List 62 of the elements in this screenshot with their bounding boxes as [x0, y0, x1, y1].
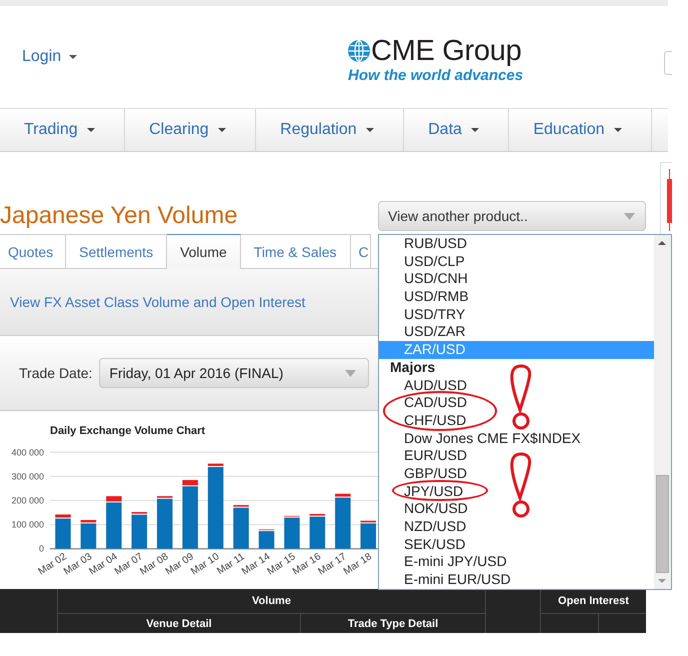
- caret-icon: [366, 128, 374, 132]
- asset-class-link[interactable]: View FX Asset Class Volume and Open Interest: [10, 294, 306, 310]
- trade-date-label: Trade Date:: [19, 365, 92, 381]
- nav-menu-item[interactable]: Trading: [0, 109, 126, 151]
- column-header: Venue Detail: [58, 614, 300, 633]
- dropdown-option[interactable]: USD/ZAR: [379, 323, 654, 342]
- dropdown-option[interactable]: RUB/USD: [379, 235, 654, 253]
- tab[interactable]: C: [350, 234, 371, 268]
- dropdown-option[interactable]: GBP/USD: [379, 464, 654, 483]
- candlestick-icon: [667, 169, 672, 231]
- dropdown-option[interactable]: NZD/USD: [379, 518, 654, 536]
- option-group-label: Majors: [389, 358, 436, 376]
- column-group-header: Open Interest: [541, 589, 646, 613]
- dropdown-option[interactable]: SEK/USD: [379, 536, 654, 554]
- column-group-header: Volume: [58, 589, 485, 613]
- caret-icon: [614, 128, 622, 132]
- caret-icon: [470, 128, 479, 132]
- product-select[interactable]: View another product..: [378, 201, 646, 231]
- globe-icon: [348, 40, 370, 62]
- nav-menu-item[interactable]: Data: [404, 109, 510, 151]
- dropdown-option[interactable]: USD/RMB: [379, 288, 654, 306]
- y-axis-label: 300 000: [11, 471, 44, 482]
- dropdown-option[interactable]: CAD/USD: [379, 394, 654, 412]
- tab[interactable]: Settlements: [66, 234, 168, 268]
- search-field[interactable]: [664, 51, 672, 75]
- dropdown-option[interactable]: USD/CLP: [379, 252, 654, 270]
- nav-menu-item[interactable]: Education: [509, 109, 652, 151]
- nav-menu-item[interactable]: Clearing: [125, 109, 256, 151]
- dropdown-option[interactable]: USD/TRY: [379, 306, 654, 324]
- scroll-up-arrow-icon[interactable]: [658, 241, 666, 245]
- dropdown-option[interactable]: E-mini EUR/USD: [379, 571, 654, 589]
- dropdown-option[interactable]: EUR/USD: [379, 447, 654, 465]
- column-header: Trade Type Detail: [301, 614, 485, 633]
- caret-icon: [218, 128, 226, 132]
- chart-title: Daily Exchange Volume Chart: [50, 425, 206, 437]
- scrollbar-track[interactable]: [654, 235, 671, 589]
- dropdown-option[interactable]: AUD/USD: [379, 376, 654, 394]
- tab[interactable]: Volume: [167, 234, 241, 269]
- nav-menu-item[interactable]: Regulation: [256, 109, 404, 151]
- tab[interactable]: Quotes: [0, 234, 66, 268]
- y-axis-label: 200 000: [11, 496, 44, 506]
- y-axis-label: 400 000: [11, 447, 44, 458]
- dropdown-option[interactable]: USD/CNH: [379, 270, 654, 288]
- dropdown-option[interactable]: CHF/USD: [379, 412, 654, 430]
- logo-tagline: How the world advances: [348, 67, 524, 85]
- login-link[interactable]: Login: [22, 47, 78, 67]
- caret-icon: [86, 128, 95, 132]
- dropdown-option[interactable]: Dow Jones CME FX$INDEX: [379, 430, 654, 448]
- y-axis-label: 100 000: [11, 520, 44, 530]
- dropdown-option[interactable]: E-mini JPY/USD: [379, 553, 654, 572]
- trade-date-select[interactable]: Friday, 01 Apr 2016 (FINAL): [99, 358, 370, 388]
- dropdown-option[interactable]: JPY/USD: [379, 482, 654, 500]
- scroll-down-arrow-icon[interactable]: [658, 579, 666, 583]
- caret-icon: [345, 370, 356, 376]
- tab[interactable]: Time & Sales: [240, 234, 351, 268]
- logo-wordmark: CME Group: [371, 35, 522, 67]
- page-title: Japanese Yen Volume: [0, 201, 238, 231]
- caret-icon: [624, 212, 635, 220]
- scrollbar-thumb[interactable]: [656, 475, 669, 573]
- caret-icon: [69, 55, 78, 59]
- y-axis-label: 0: [38, 544, 44, 554]
- dropdown-option[interactable]: NOK/USD: [379, 500, 654, 518]
